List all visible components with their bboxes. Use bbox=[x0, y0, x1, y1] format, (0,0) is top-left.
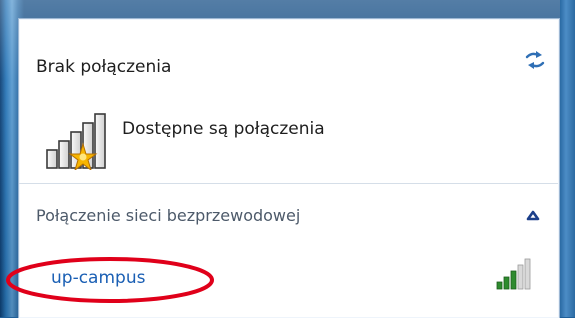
wireless-section-label: Połączenie sieci bezprzewodowej bbox=[36, 206, 301, 225]
refresh-icon[interactable] bbox=[524, 49, 546, 71]
section-divider bbox=[19, 183, 558, 184]
chevron-up-icon[interactable] bbox=[525, 208, 541, 222]
connection-status-title: Brak połączenia bbox=[36, 57, 172, 77]
wifi-signal-icon bbox=[496, 258, 531, 290]
connections-available-text: Dostępne są połączenia bbox=[122, 119, 325, 139]
window-glass-edge bbox=[560, 0, 575, 317]
network-list-item[interactable]: up-campus bbox=[19, 250, 558, 298]
wifi-signal-icon bbox=[46, 113, 106, 170]
network-name: up-campus bbox=[51, 268, 146, 288]
